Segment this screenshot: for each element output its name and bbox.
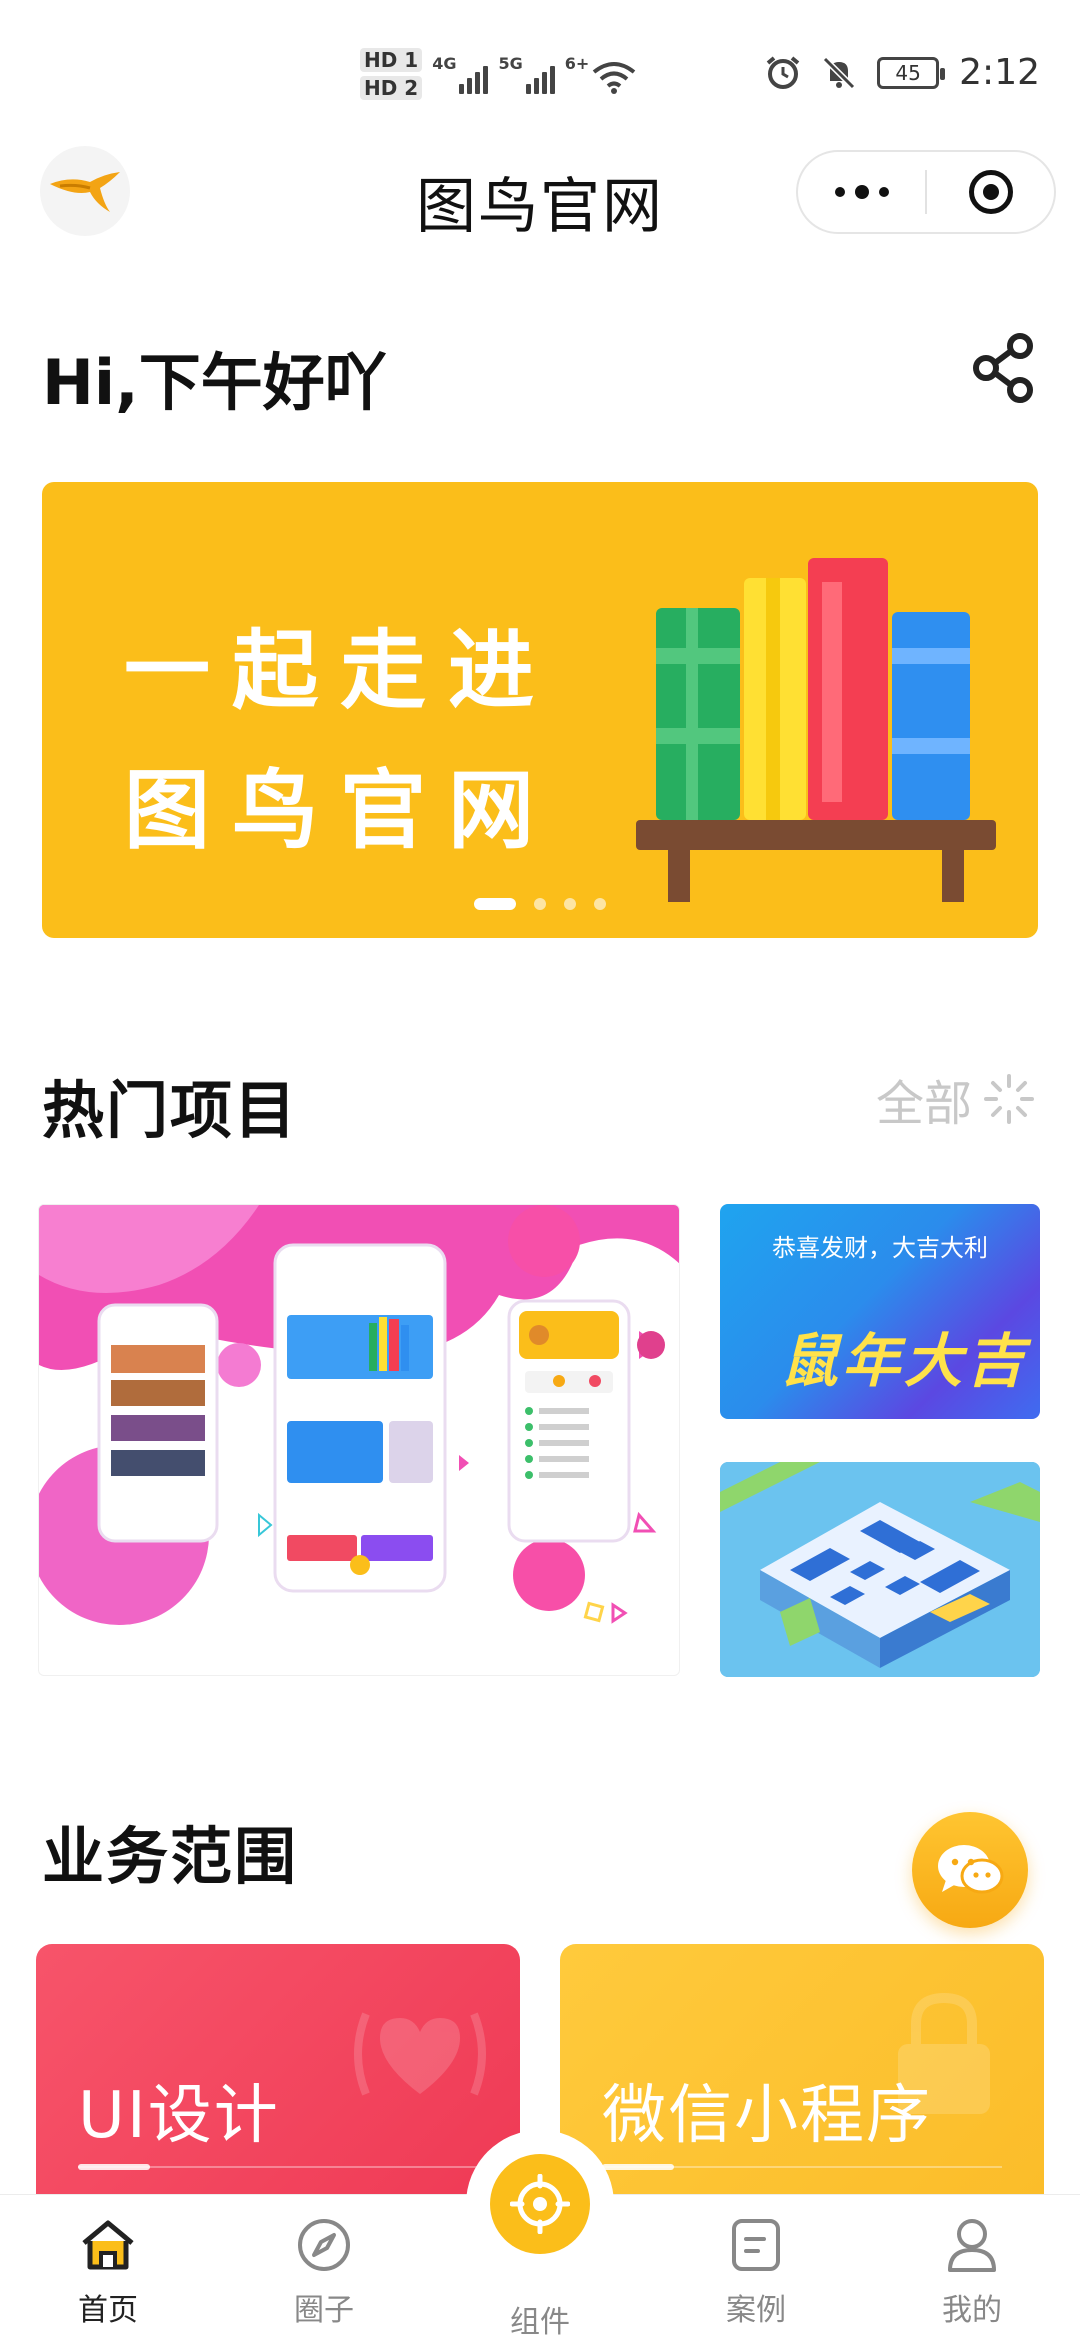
signal-5g-icon: 5G	[498, 54, 555, 94]
customer-service-button[interactable]	[912, 1812, 1028, 1928]
status-time: 2:12	[959, 52, 1040, 93]
service-label: UI设计	[78, 2079, 280, 2153]
crosshair-icon	[510, 2174, 570, 2234]
hd1-badge: HD 1	[360, 48, 423, 72]
banner-line-2: 图鸟官网	[124, 761, 556, 861]
carousel-dot[interactable]	[594, 898, 606, 910]
battery-level: 45	[895, 60, 921, 85]
tab-label: 圈子	[294, 2293, 354, 2328]
services-title: 业务范围	[42, 1820, 299, 1893]
target-icon	[968, 170, 1013, 214]
greeting-text: Hi,下午好吖	[42, 346, 387, 419]
home-icon	[78, 2215, 138, 2275]
see-all-label: 全部	[875, 1076, 972, 1132]
tab-cases[interactable]: 案例	[648, 2195, 864, 2340]
carousel-dot-active[interactable]	[474, 898, 516, 910]
banner-line-1: 一起走进	[124, 621, 556, 721]
app-mockup-illustration	[39, 1205, 679, 1625]
banner-text: 一起走进 图鸟官网	[124, 612, 556, 870]
wifi-icon: 6+	[565, 54, 637, 94]
share-icon	[973, 333, 1033, 403]
wechat-chat-icon	[938, 1845, 1004, 1894]
document-icon	[726, 2215, 786, 2275]
alarm-icon	[766, 55, 800, 89]
service-label: 微信小程序	[602, 2079, 932, 2153]
mute-bell-icon	[823, 56, 856, 89]
signal-4g-icon: 4G	[432, 54, 489, 94]
status-bar: HD 1 HD 2 4G 5G 6+ 45 2:12	[0, 0, 1080, 140]
see-all-button[interactable]: 全部	[876, 1064, 1036, 1134]
tab-home[interactable]: 首页	[0, 2195, 216, 2340]
carousel-indicator	[42, 898, 1038, 910]
tab-mine[interactable]: 我的	[864, 2195, 1080, 2340]
sparkle-icon	[984, 1074, 1034, 1124]
mini-program-capsule	[796, 150, 1056, 234]
more-menu-button[interactable]	[798, 152, 925, 232]
service-underline	[78, 2164, 150, 2170]
tab-label: 我的	[942, 2293, 1002, 2328]
carousel-dot[interactable]	[564, 898, 576, 910]
card-art-text: 鼠年大吉	[780, 1327, 1029, 1395]
banner-carousel[interactable]: 一起走进 图鸟官网	[42, 482, 1038, 938]
compass-icon	[294, 2215, 354, 2275]
hd2-badge: HD 2	[360, 76, 423, 100]
heart-signal-icon	[354, 2012, 486, 2096]
status-right: 45 2:12	[765, 52, 1040, 93]
project-card-new-year[interactable]: 恭喜发财，大吉大利 鼠年大吉	[720, 1204, 1040, 1419]
card-caption: 恭喜发财，大吉大利	[772, 1234, 988, 1262]
components-center-button[interactable]	[490, 2154, 590, 2254]
books-illustration	[636, 558, 996, 902]
service-underline	[602, 2164, 674, 2170]
project-card-qrcode[interactable]	[720, 1462, 1040, 1677]
carousel-dot[interactable]	[534, 898, 546, 910]
title-bar: 图鸟官网	[0, 140, 1080, 250]
hot-projects-title: 热门项目	[42, 1074, 299, 1147]
status-left: HD 1 HD 2 4G 5G 6+	[360, 48, 636, 100]
user-icon	[942, 2215, 1002, 2275]
share-button[interactable]	[972, 332, 1036, 404]
tab-label: 案例	[726, 2293, 786, 2328]
tab-label: 组件	[510, 2305, 570, 2340]
service-card-mini-program[interactable]: 微信小程序	[560, 1944, 1044, 2194]
service-card-ui-design[interactable]: UI设计	[36, 1944, 520, 2194]
hd-indicators: HD 1 HD 2	[360, 48, 423, 100]
close-mini-program-button[interactable]	[927, 152, 1054, 232]
isometric-qrcode-illustration	[720, 1462, 1040, 1677]
tab-circle[interactable]: 圈子	[216, 2195, 432, 2340]
project-card-main[interactable]	[38, 1204, 680, 1676]
tab-label: 首页	[78, 2293, 138, 2328]
battery-icon: 45	[877, 56, 946, 89]
